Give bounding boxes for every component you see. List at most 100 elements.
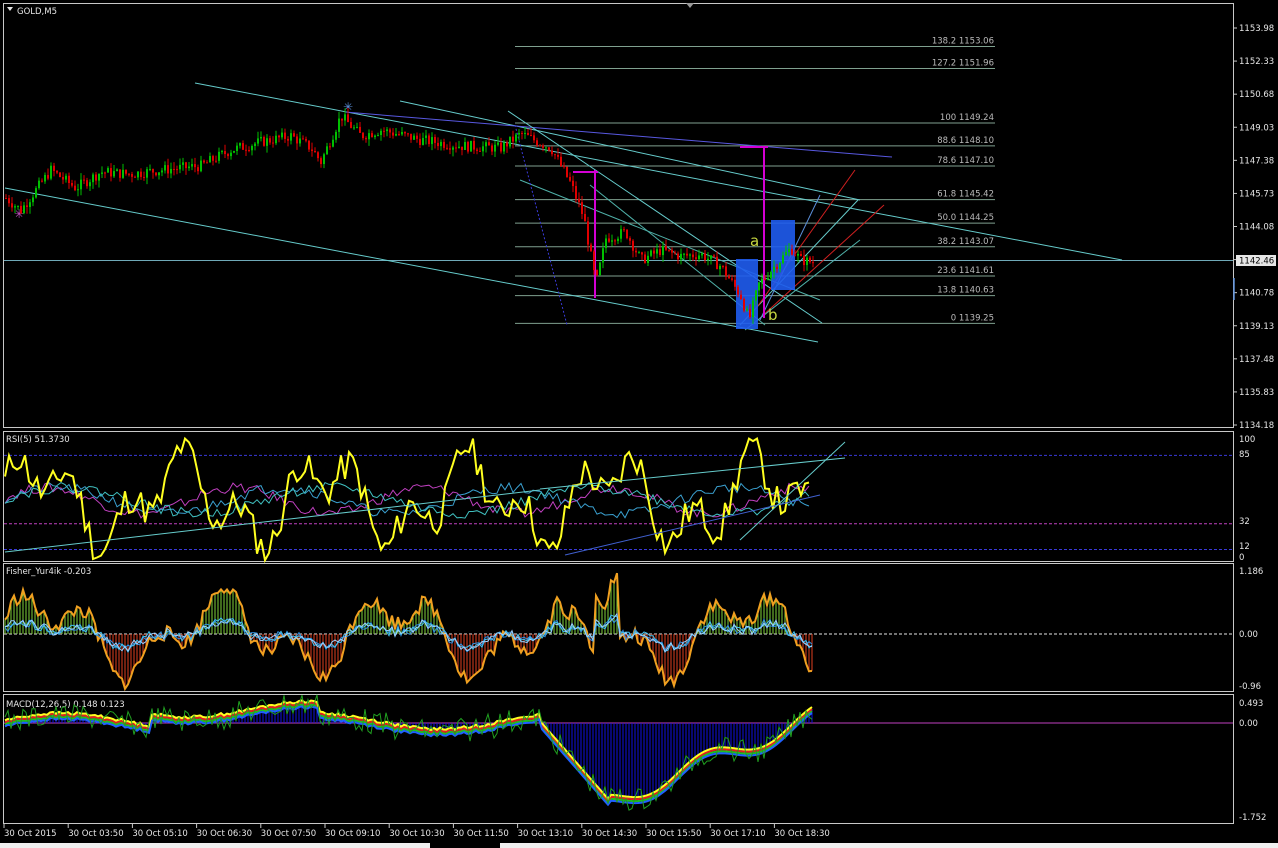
candle-body [800, 253, 802, 257]
candle-body [179, 164, 181, 170]
candle-body [68, 175, 70, 183]
candle-body [644, 254, 646, 263]
fib-level-label: 23.6 1141.61 [937, 266, 994, 276]
candle-body [185, 162, 187, 169]
candle-body [749, 309, 751, 317]
candle-body [758, 282, 760, 291]
candle-body [83, 179, 85, 181]
candle-body [692, 254, 694, 258]
sub-pane-axes: 100 85 32 120 1.186 0.00 -0.96 0.493 0.00 -1.752 [1239, 435, 1266, 823]
candle-body [674, 252, 676, 254]
rsi-tick-label: 100 [1239, 435, 1255, 445]
candle-body [143, 176, 145, 178]
candle-body [158, 172, 160, 176]
candle-body [287, 138, 289, 141]
candle-body [569, 176, 571, 181]
fisher-tick-label: 1.186 [1239, 567, 1263, 577]
candle-body [776, 266, 778, 270]
candle-body [374, 135, 376, 138]
candle-body [590, 244, 592, 252]
candle-body [50, 165, 52, 179]
fisher-label: Fisher_Yur4ik -0.203 [6, 567, 91, 577]
candle-body [791, 248, 793, 255]
candle-body [8, 198, 10, 204]
candle-body [497, 142, 499, 145]
candle-body [401, 132, 403, 135]
macd-tick-label: -1.752 [1239, 813, 1266, 823]
rsi-signal-line [4, 482, 810, 519]
candle-body [731, 278, 733, 280]
price-tick-label: 1147.38 [1239, 156, 1274, 166]
candle-body [683, 253, 685, 255]
candle-body [176, 169, 178, 171]
fibonacci-retracement[interactable]: 138.2 1153.06 127.2 1151.96 100 1149.24 88.… [4, 36, 1233, 324]
candle-body [602, 248, 604, 263]
candle-body [230, 152, 232, 157]
candle-body [71, 182, 73, 186]
candle-body [773, 266, 775, 272]
candle-body [392, 132, 394, 136]
candle-body [122, 169, 124, 178]
candle-body [278, 135, 280, 138]
candle-body [716, 256, 718, 270]
rsi-trend-line [4, 489, 541, 553]
trading-chart[interactable]: 138.2 1153.06 127.2 1151.96 100 1149.24 88.… [0, 0, 1278, 848]
candle-body [437, 142, 439, 147]
fib-level-label: 38.2 1143.07 [937, 237, 994, 247]
candle-body [665, 246, 667, 250]
candle-body [671, 249, 673, 253]
candle-body [647, 255, 649, 263]
fib-level-label: 13.8 1140.63 [937, 286, 994, 296]
time-tick-label: 30 Oct 18:30 [774, 829, 829, 839]
candle-body [659, 249, 661, 256]
candle-body [326, 146, 328, 155]
fib-level-label: 0 1139.25 [951, 313, 994, 323]
candle-body [212, 156, 214, 161]
candle-body [209, 156, 211, 163]
candle-body [359, 126, 361, 133]
candle-body [149, 169, 151, 171]
candle-body [509, 136, 511, 147]
candle-body [593, 251, 595, 271]
candle-body [719, 265, 721, 270]
candle-body [227, 154, 229, 157]
candle-body [494, 144, 496, 152]
candle-body [218, 151, 220, 161]
candle-body [383, 130, 385, 132]
candle-body [458, 146, 460, 149]
candle-body [26, 205, 28, 208]
dropdown-icon[interactable] [7, 7, 13, 11]
candle-body [251, 146, 253, 151]
candle-body [74, 185, 76, 191]
candle-body [734, 279, 736, 287]
candle-body [32, 197, 34, 203]
candle-body [59, 172, 61, 178]
candle-body [407, 133, 409, 135]
blue-box [736, 259, 758, 329]
candle-body [53, 165, 55, 171]
candle-body [536, 140, 538, 146]
price-tick-label: 1135.83 [1239, 388, 1274, 398]
time-axis: 30 Oct 2015 30 Oct 03:50 30 Oct 05:10 30 Oc… [3, 824, 830, 839]
candle-body [161, 170, 163, 173]
candle-body [272, 142, 274, 144]
candle-body [404, 132, 406, 134]
shift-marker-icon[interactable] [686, 3, 694, 8]
candle-body [329, 146, 331, 148]
candle-body [533, 135, 535, 141]
candle-body [752, 300, 754, 317]
price-tick-label: 1137.48 [1239, 355, 1274, 365]
candle-body [293, 133, 295, 137]
candle-body [701, 253, 703, 256]
macd-tick-label: 0.493 [1239, 699, 1263, 709]
candle-body [77, 189, 79, 191]
candle-body [455, 147, 457, 149]
candle-body [422, 137, 424, 145]
tab-strip-right[interactable] [500, 843, 1278, 848]
fib-level-label: 138.2 1153.06 [932, 36, 994, 46]
time-tick-label: 30 Oct 11:50 [453, 829, 508, 839]
candle-body [191, 164, 193, 167]
candle-body [290, 133, 292, 141]
candle-body [140, 171, 142, 177]
tab-strip-left[interactable] [0, 843, 430, 848]
